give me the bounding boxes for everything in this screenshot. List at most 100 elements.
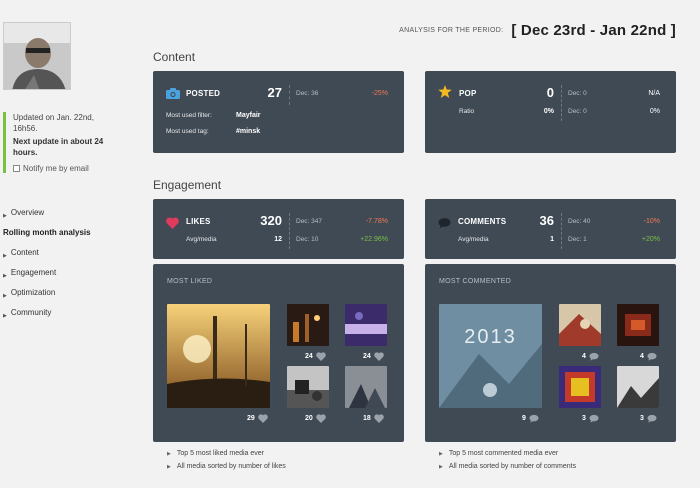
likes-avg-label: Avg/media: [186, 236, 217, 243]
camera-icon: [166, 86, 180, 104]
commented-media-4[interactable]: [559, 366, 601, 408]
arrow-right-icon: ▶: [3, 313, 7, 319]
nav-label: Engagement: [10, 268, 57, 277]
liked-media-1[interactable]: [167, 304, 270, 408]
liked-count-2: 24: [305, 352, 326, 361]
comment-count: 3: [640, 415, 644, 422]
comments-avg-change: +20%: [641, 236, 660, 243]
ratio-dec: Dec: 0: [568, 108, 587, 115]
arrow-right-icon: ▶: [3, 293, 7, 299]
link-text: Top 5 most liked media ever: [176, 450, 265, 457]
posted-change: -25%: [371, 90, 388, 97]
divider: [289, 213, 290, 249]
like-count: 24: [305, 353, 313, 360]
commented-count-4: 3: [582, 414, 599, 423]
comments-card: COMMENTS 36 Dec: 40 -10% Avg/media 1 Dec…: [425, 199, 676, 259]
commented-count-1: 9: [522, 414, 539, 423]
period-value[interactable]: [ Dec 23rd - Jan 22nd ]: [511, 22, 676, 39]
comments-avg-value: 1: [550, 236, 554, 243]
updated-text: Updated on Jan. 22nd, 16h56.: [13, 113, 94, 133]
comments-change: -10%: [643, 218, 660, 225]
notify-checkbox[interactable]: [13, 165, 20, 172]
nav-label: Overview: [10, 208, 45, 217]
bullet-arrow-icon: ▶: [167, 450, 171, 457]
link-text: All media sorted by number of likes: [176, 463, 286, 470]
notify-email-option[interactable]: Notify me by email: [13, 164, 115, 173]
most-commented-panel: MOST COMMENTED 2013 9 4 4 3 3: [425, 264, 676, 442]
profile-avatar[interactable]: [3, 22, 71, 90]
comment-bubble-icon: [647, 414, 657, 423]
like-count: 20: [305, 415, 313, 422]
like-count: 29: [247, 415, 255, 422]
likes-avg-dec: Dec: 10: [296, 236, 319, 243]
nav-item-community[interactable]: ▶ Community: [3, 307, 123, 327]
link-all-liked[interactable]: ▶ All media sorted by number of likes: [167, 460, 286, 473]
liked-media-3[interactable]: [345, 304, 387, 346]
comments-avg-dec: Dec: 1: [568, 236, 587, 243]
tag-label: Most used tag:: [166, 128, 209, 135]
likes-change: -7.78%: [365, 218, 388, 225]
posted-card: POSTED 27 Dec: 36 -25% Most used filter:…: [153, 71, 404, 153]
pop-value: 0: [546, 85, 554, 100]
comment-count: 3: [582, 415, 586, 422]
commented-media-3[interactable]: [617, 304, 659, 346]
comment-bubble-icon: [589, 414, 599, 423]
arrow-right-icon: ▶: [3, 253, 7, 259]
notify-label: Notify me by email: [23, 164, 89, 173]
liked-count-3: 24: [363, 352, 384, 361]
pop-dec: Dec: 0: [568, 90, 587, 97]
likes-value: 320: [260, 213, 282, 228]
like-count: 24: [363, 353, 371, 360]
tag-value[interactable]: #minsk: [236, 128, 260, 135]
liked-media-2[interactable]: [287, 304, 329, 346]
pop-card: POP 0 Dec: 0 N/A Ratio 0% Dec: 0 0%: [425, 71, 676, 153]
link-text: Top 5 most commented media ever: [448, 450, 559, 457]
likes-title: LIKES: [186, 217, 211, 226]
link-top-5-commented[interactable]: ▶ Top 5 most commented media ever: [439, 447, 576, 460]
comment-bubble-icon: [647, 352, 657, 361]
nav-item-rolling-month[interactable]: Rolling month analysis: [3, 227, 123, 247]
likes-card: LIKES 320 Dec: 347 -7.78% Avg/media 12 D…: [153, 199, 404, 259]
engagement-section-title: Engagement: [153, 178, 222, 192]
nav-label: Community: [10, 308, 52, 317]
comments-value: 36: [539, 213, 554, 228]
nav-item-engagement[interactable]: ▶ Engagement: [3, 267, 123, 287]
nav-item-overview[interactable]: ▶ Overview: [3, 207, 123, 227]
comments-title: COMMENTS: [458, 217, 507, 226]
filter-value[interactable]: Mayfair: [236, 112, 261, 119]
commented-media-2[interactable]: [559, 304, 601, 346]
nav-item-content[interactable]: ▶ Content: [3, 247, 123, 267]
bullet-arrow-icon: ▶: [439, 450, 443, 457]
commented-media-1[interactable]: 2013: [439, 304, 542, 408]
comment-count: 4: [640, 353, 644, 360]
pop-change: N/A: [648, 90, 660, 97]
link-all-commented[interactable]: ▶ All media sorted by number of comments: [439, 460, 576, 473]
bullet-arrow-icon: ▶: [167, 463, 171, 470]
ratio-change: 0%: [649, 108, 660, 115]
commented-count-5: 3: [640, 414, 657, 423]
sidebar-nav: ▶ Overview Rolling month analysis ▶ Cont…: [3, 207, 123, 327]
heart-outline-icon: [257, 414, 268, 423]
liked-count-5: 18: [363, 414, 384, 423]
arrow-right-icon: ▶: [3, 213, 7, 219]
most-liked-links: ▶ Top 5 most liked media ever ▶ All media …: [167, 447, 286, 473]
heart-outline-icon: [373, 414, 384, 423]
period-label: ANALYSIS FOR THE PERIOD:: [399, 27, 504, 34]
link-top-5-liked[interactable]: ▶ Top 5 most liked media ever: [167, 447, 286, 460]
nav-label: Optimization: [10, 288, 56, 297]
arrow-right-icon: ▶: [3, 273, 7, 279]
comments-avg-label: Avg/media: [458, 236, 489, 243]
pop-title: POP: [459, 89, 477, 98]
ratio-label: Ratio: [459, 108, 475, 115]
liked-media-4[interactable]: [287, 366, 329, 408]
liked-media-5[interactable]: [345, 366, 387, 408]
bullet-arrow-icon: ▶: [439, 463, 443, 470]
next-update-text: Next update in about 24 hours.: [13, 137, 104, 157]
period-header: ANALYSIS FOR THE PERIOD: [ Dec 23rd - Ja…: [399, 22, 676, 39]
nav-item-optimization[interactable]: ▶ Optimization: [3, 287, 123, 307]
nav-label: Content: [10, 248, 39, 257]
commented-media-5[interactable]: [617, 366, 659, 408]
most-liked-panel: MOST LIKED 29 24 24 20 18: [153, 264, 404, 442]
heart-outline-icon: [373, 352, 384, 361]
comment-bubble-icon: [589, 352, 599, 361]
